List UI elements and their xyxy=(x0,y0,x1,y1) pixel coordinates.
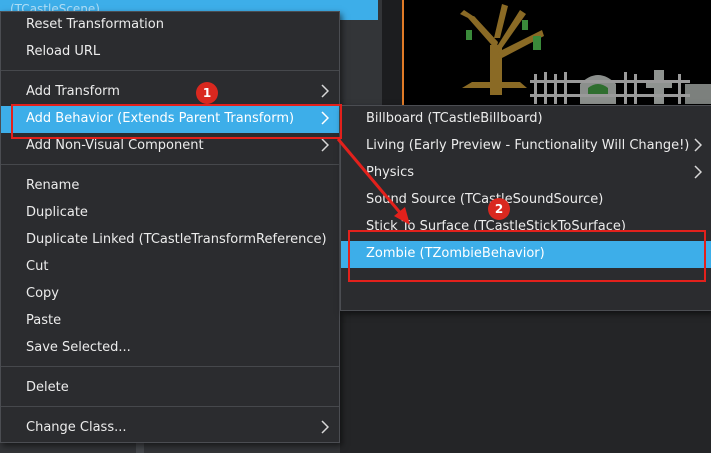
arrow-annotation xyxy=(336,138,410,225)
step-badge-1: 1 xyxy=(196,82,218,104)
step-badge-2: 2 xyxy=(488,198,510,220)
